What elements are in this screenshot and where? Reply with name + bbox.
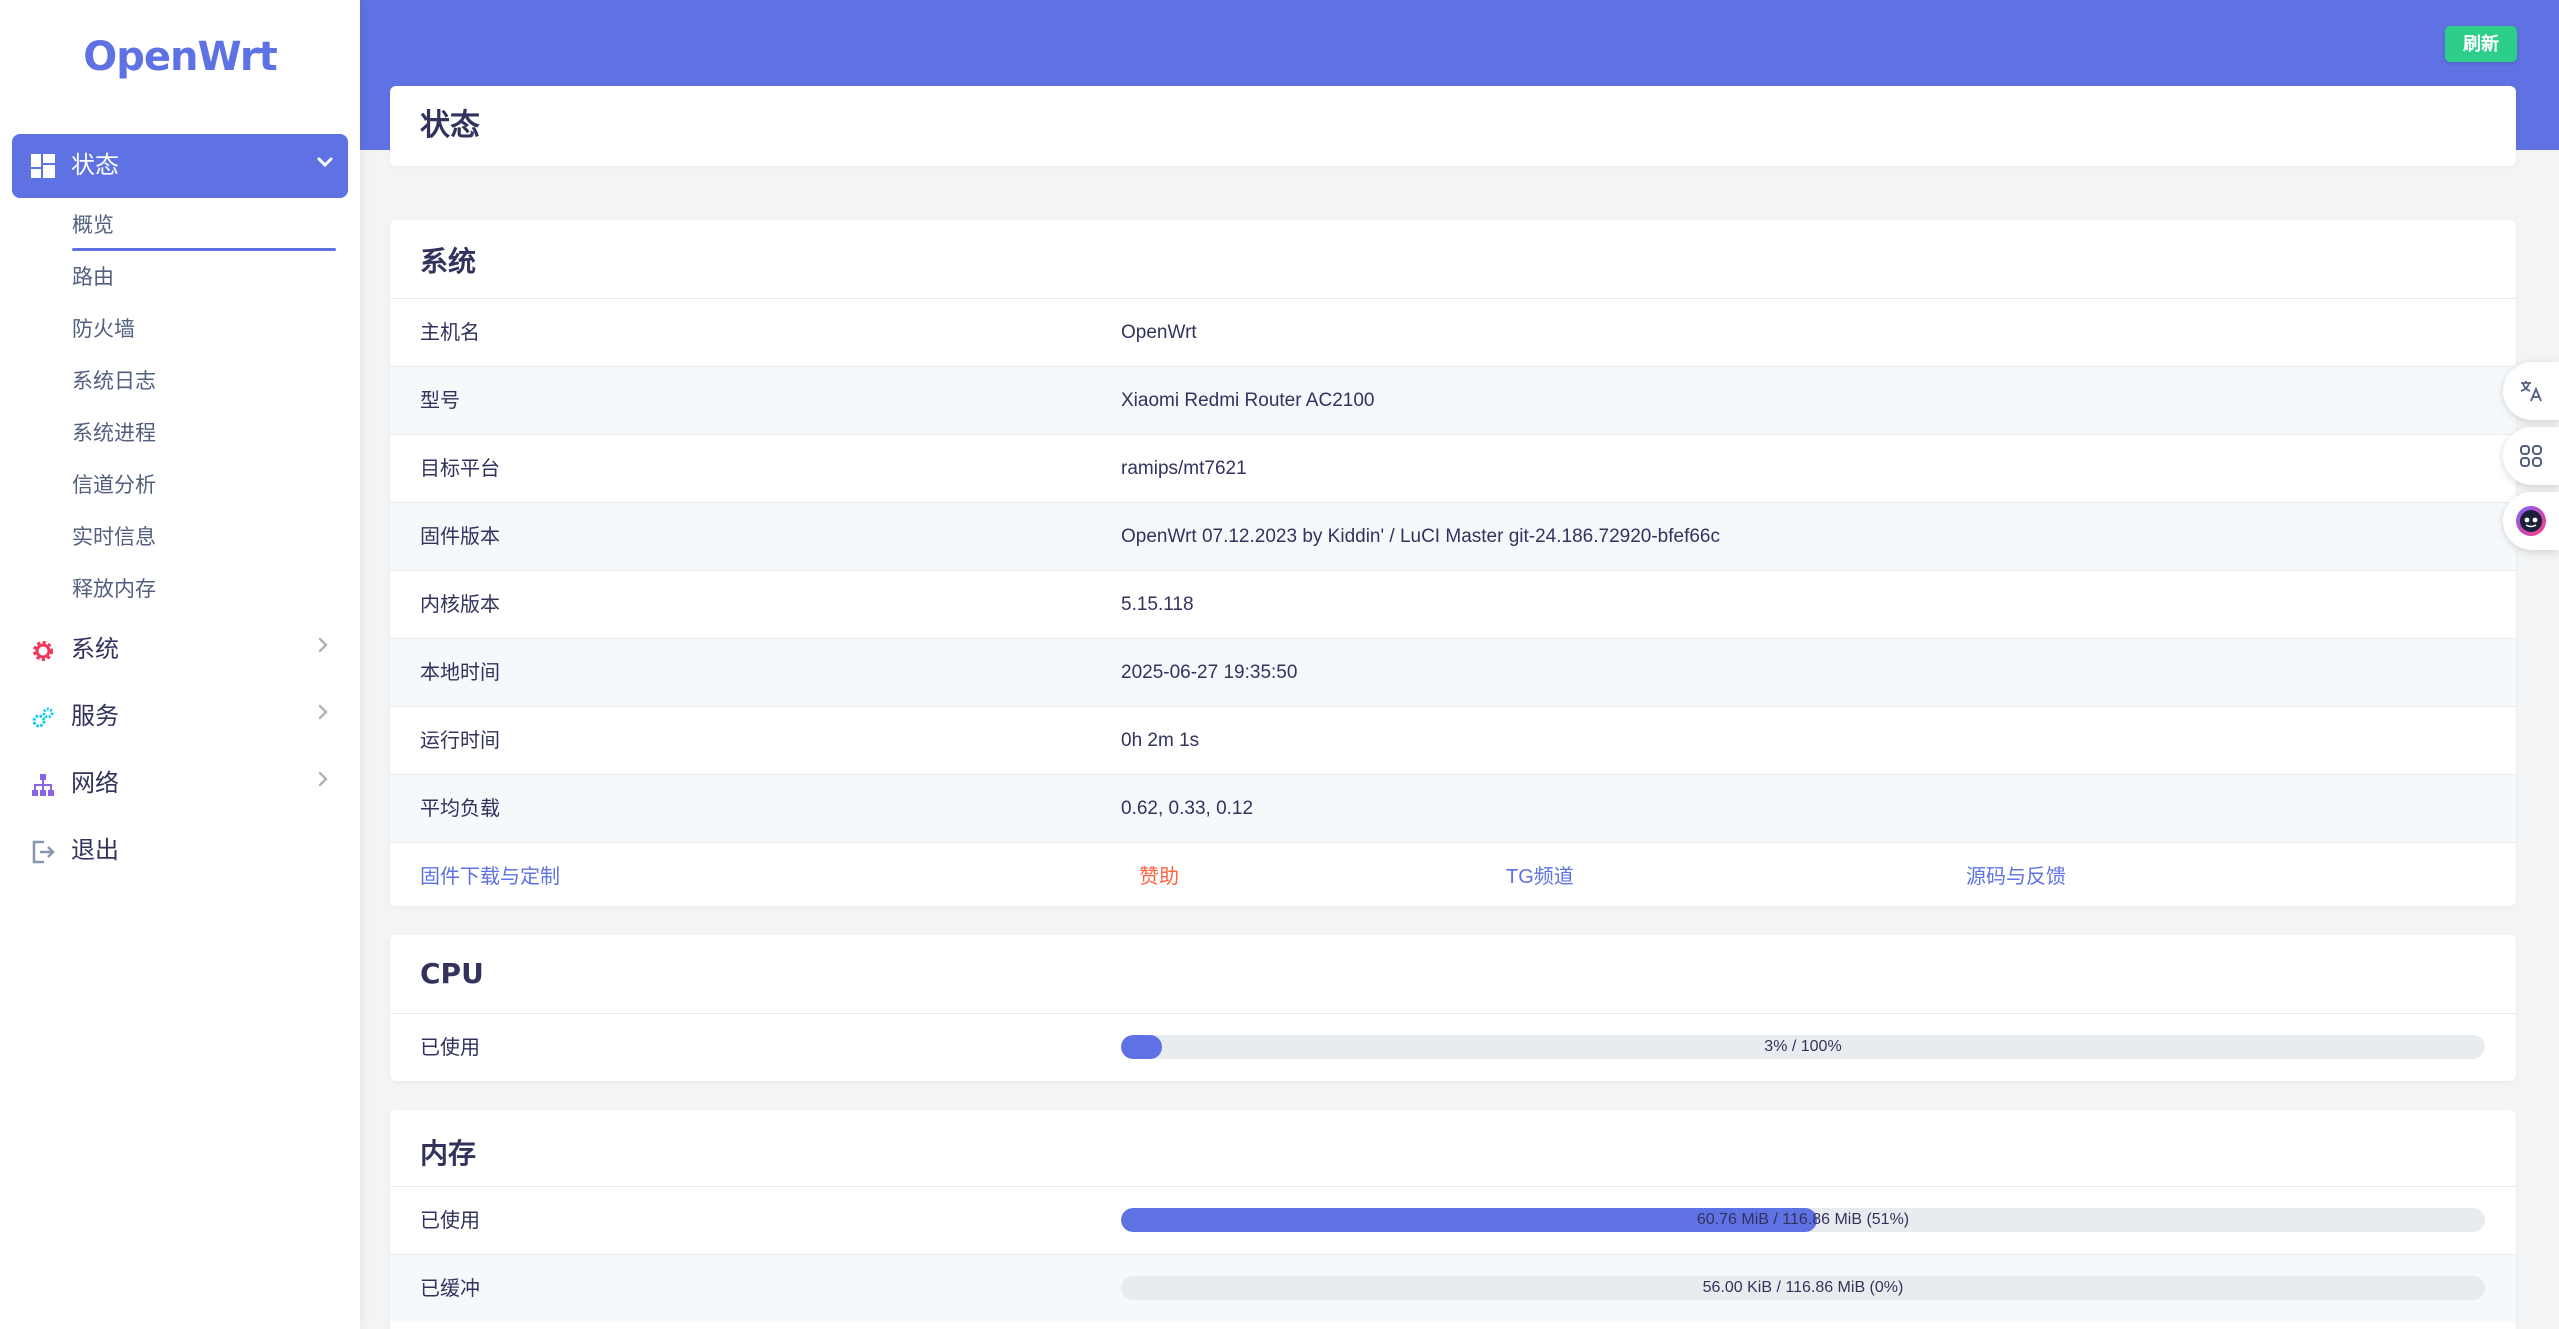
apps-icon [2518,443,2544,469]
table-row: 运行时间 0h 2m 1s [390,706,2516,774]
system-card: 系统 主机名 OpenWrt 型号 Xiaomi Redmi Router AC… [390,220,2516,906]
sponsor-link[interactable]: 赞助 [1139,863,1179,891]
cpu-progress-text: 3% / 100% [1764,1038,1842,1055]
memory-card-title: 内存 [420,1137,477,1170]
row-key: 已使用 [420,1037,480,1059]
table-row: 主机名 OpenWrt [390,298,2516,366]
sidebar-item-label: 退出 [71,837,119,864]
row-key: 目标平台 [420,458,500,480]
translate-icon [2518,378,2544,404]
chevron-right-icon [316,770,330,794]
row-value: ramips/mt7621 [1121,458,1247,479]
sidebar-subitem-overview[interactable]: 概览 [72,211,114,241]
chevron-down-icon [316,151,334,177]
row-key: 型号 [420,390,460,412]
row-key: 平均负载 [420,798,500,820]
cpu-card: CPU 已使用 3% / 100% [390,935,2516,1081]
row-value: OpenWrt [1121,322,1197,343]
memory-card: 内存 已使用 60.76 MiB / 116.86 MiB (51%) 已缓冲 … [390,1110,2516,1329]
sidebar-item-label: 服务 [71,703,119,730]
assistant-icon [2514,504,2548,538]
logout-icon [30,839,56,865]
memory-used-progress-bar: 60.76 MiB / 116.86 MiB (51%) [1121,1208,2485,1232]
row-value: OpenWrt 07.12.2023 by Kiddin' / LuCI Mas… [1121,526,1720,547]
row-value: 0.62, 0.33, 0.12 [1121,798,1254,819]
sidebar-item-logout[interactable]: 退出 [12,823,348,879]
page-title-card: 状态 [390,86,2516,166]
sidebar-subitem-routes[interactable]: 路由 [72,263,114,293]
table-row: 已缓冲 56.00 KiB / 116.86 MiB (0%) [390,1254,2516,1322]
apps-button[interactable] [2503,427,2559,485]
table-row: 已使用 3% / 100% [390,1013,2516,1081]
sidebar-subitem-channel-analysis[interactable]: 信道分析 [72,471,156,501]
row-value: Xiaomi Redmi Router AC2100 [1121,390,1375,411]
cpu-card-title: CPU [420,957,484,990]
row-key: 已缓冲 [420,1278,480,1300]
table-row: 内核版本 5.15.118 [390,570,2516,638]
source-feedback-link[interactable]: 源码与反馈 [1966,863,2066,891]
assistant-button[interactable] [2503,492,2559,550]
sidebar: OpenWrt 状态 概览 路由 防火墙 系统日志 系统进程 信道分析 实时信息… [0,0,360,1329]
tg-channel-link[interactable]: TG频道 [1506,863,1574,891]
page-title: 状态 [420,109,480,142]
memory-used-progress-text: 60.76 MiB / 116.86 MiB (51%) [1696,1211,1910,1228]
chevron-right-icon [316,636,330,660]
table-row: 型号 Xiaomi Redmi Router AC2100 [390,366,2516,434]
memory-buffered-progress-text: 56.00 KiB / 116.86 MiB (0%) [1702,1279,1904,1296]
active-indicator [72,248,336,251]
table-row: 已使用 60.76 MiB / 116.86 MiB (51%) [390,1186,2516,1254]
brand-logo[interactable]: OpenWrt [0,34,360,80]
row-key: 已使用 [420,1210,480,1232]
row-value: 2025-06-27 19:35:50 [1121,662,1298,683]
dashboard-icon [31,154,55,178]
sidebar-item-system[interactable]: 系统 [12,622,348,678]
sidebar-subitem-realtime[interactable]: 实时信息 [72,523,156,553]
row-key: 本地时间 [420,662,500,684]
sidebar-subitem-firewall[interactable]: 防火墙 [72,315,135,345]
sidebar-subitem-processes[interactable]: 系统进程 [72,419,156,449]
sidebar-item-network[interactable]: 网络 [12,756,348,812]
sidebar-item-label: 状态 [71,152,119,179]
sidebar-item-status[interactable]: 状态 [12,134,348,198]
row-value: 0h 2m 1s [1121,730,1200,751]
memory-buffered-progress-bar: 56.00 KiB / 116.86 MiB (0%) [1121,1276,2485,1300]
table-row: 本地时间 2025-06-27 19:35:50 [390,638,2516,706]
links-row: 固件下载与定制 赞助 TG频道 源码与反馈 [390,842,2516,906]
sidebar-subitem-free-memory[interactable]: 释放内存 [72,575,156,605]
sidebar-subitem-syslog[interactable]: 系统日志 [72,367,156,397]
table-row: 目标平台 ramips/mt7621 [390,434,2516,502]
row-key: 运行时间 [420,730,500,752]
firmware-download-link[interactable]: 固件下载与定制 [420,863,560,891]
sidebar-item-label: 系统 [71,636,119,663]
translate-button[interactable] [2503,362,2559,420]
gear-icon [30,638,56,664]
network-icon [30,772,56,798]
row-key: 主机名 [420,322,480,344]
sidebar-item-services[interactable]: 服务 [12,689,348,745]
row-key: 内核版本 [420,594,500,616]
cpu-progress-bar: 3% / 100% [1121,1035,2485,1059]
row-value: 5.15.118 [1121,594,1194,615]
refresh-button[interactable]: 刷新 [2445,26,2517,62]
table-row: 固件版本 OpenWrt 07.12.2023 by Kiddin' / LuC… [390,502,2516,570]
system-card-title: 系统 [420,245,477,278]
row-key: 固件版本 [420,526,500,548]
sidebar-item-label: 网络 [71,770,119,797]
chevron-right-icon [316,703,330,727]
table-row: 平均负载 0.62, 0.33, 0.12 [390,774,2516,842]
cogs-icon [30,705,56,731]
